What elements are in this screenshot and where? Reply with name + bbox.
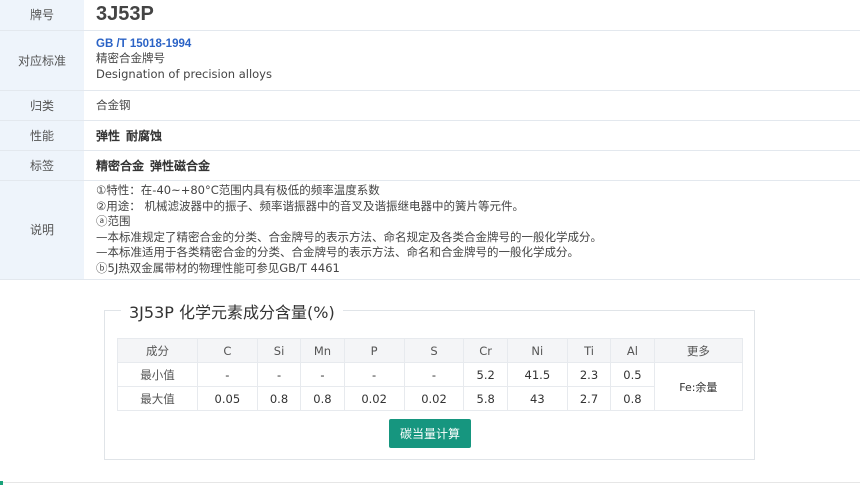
chemical-composition-panel: 3J53P 化学元素成分含量(%) 成分 C Si Mn P S Cr Ni T… [104,299,755,460]
value-cell: 0.02 [403,386,465,411]
description-line: ⓑ5J热双金属带材的物理性能可参见GB/T 4461 [96,260,340,275]
max-value-row: 最大值 0.05 0.8 0.8 0.02 0.02 5.8 43 2.7 0.… [117,386,743,411]
tag-item[interactable]: 弹性磁合金 [150,159,210,173]
tags-label: 标签 [0,150,84,181]
header-cell: Cr [463,338,508,363]
value-cell: 0.8 [256,386,302,411]
description-row: 说明 ①特性：在-40~+80°C范围内具有极低的频率温度系数 ②用途： 机械滤… [0,180,860,280]
description-line: ⓐ范围 [96,214,131,228]
header-cell: Mn [300,338,345,363]
value-cell: 0.02 [343,386,405,411]
value-cell: 2.7 [566,386,612,411]
standard-name-en: Designation of precision alloys [96,67,272,81]
header-cell: 更多 [653,338,744,363]
header-cell: S [403,338,465,363]
value-cell: 5.8 [463,386,508,411]
value-cell: 43 [506,386,568,411]
value-cell: 41.5 [506,362,568,387]
more-elements-cell: Fe:余量 [653,362,744,411]
value-cell: 0.5 [610,362,655,387]
category-row: 归类 合金钢 [0,90,860,121]
value-cell: 0.8 [610,386,655,411]
value-cell: - [403,362,465,387]
value-cell: 2.3 [566,362,612,387]
description-line: —本标准规定了精密合金的分类、合金牌号的表示方法、命名规定及各类合金牌号的一般化… [96,229,602,244]
header-cell: P [343,338,405,363]
standard-link[interactable]: GB /T 15018-1994 [96,38,860,50]
value-cell: - [343,362,405,387]
property-tag[interactable]: 耐腐蚀 [126,129,162,143]
tags-row: 标签 精密合金 弹性磁合金 [0,150,860,181]
header-cell: Ti [566,338,612,363]
carbon-equivalent-button[interactable]: 碳当量计算 [389,419,471,448]
min-row-label: 最小值 [117,362,198,387]
scroll-indicator [0,481,3,485]
brand-value: 3J53P [96,3,154,26]
composition-header-row: 成分 C Si Mn P S Cr Ni Ti Al 更多 [117,338,744,363]
value-cell: - [256,362,302,387]
property-row: 性能 弹性 耐腐蚀 [0,120,860,151]
brand-label: 牌号 [0,0,84,31]
header-cell: 成分 [117,338,198,363]
standard-name-cn: 精密合金牌号 [96,51,165,65]
description-line: ②用途： 机械滤波器中的振子、频率谐振器中的音叉及谐振继电器中的簧片等元件。 [96,198,524,213]
value-cell: 0.8 [300,386,345,411]
value-cell: - [196,362,258,387]
min-value-row: 最小值 - - - - - 5.2 41.5 2.3 0.5 Fe:余量 [117,362,744,411]
property-label: 性能 [0,120,84,151]
header-cell: Al [610,338,655,363]
description-line: ①特性：在-40~+80°C范围内具有极低的频率温度系数 [96,183,380,197]
description-line: —本标准适用于各类精密合金的分类、合金牌号的表示方法、命名和合金牌号的一般化学成… [96,245,579,259]
property-tag[interactable]: 弹性 [96,129,120,143]
header-cell: Si [256,338,302,363]
description-label: 说明 [0,180,84,280]
alloy-info-table: 牌号 3J53P 对应标准 GB /T 15018-1994 精密合金牌号 De… [0,0,860,280]
value-cell: - [300,362,345,387]
chemical-composition-title: 3J53P 化学元素成分含量(%) [121,299,343,323]
header-cell: Ni [506,338,568,363]
value-cell: 0.05 [196,386,258,411]
category-value: 合金钢 [96,98,131,112]
category-label: 归类 [0,90,84,121]
brand-row: 牌号 3J53P [0,0,860,31]
value-cell: 5.2 [463,362,508,387]
standard-label: 对应标准 [0,30,84,91]
max-row-label: 最大值 [117,386,198,411]
divider [0,482,860,483]
tag-item[interactable]: 精密合金 [96,159,144,173]
header-cell: C [196,338,258,363]
standard-row: 对应标准 GB /T 15018-1994 精密合金牌号 Designation… [0,30,860,91]
composition-table: 成分 C Si Mn P S Cr Ni Ti Al 更多 最小值 - - - … [117,338,744,411]
